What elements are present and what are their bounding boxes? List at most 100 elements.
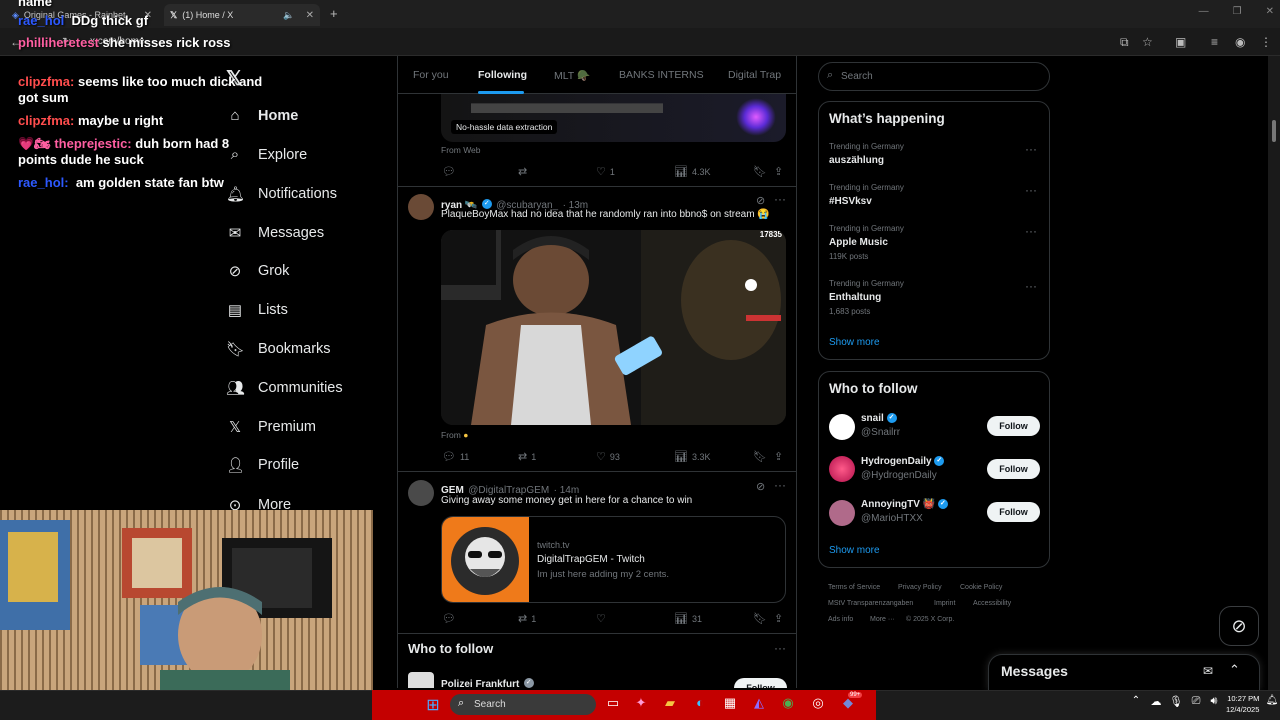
footer-ads-info-link[interactable]: Ads info bbox=[828, 616, 853, 623]
cloud-icon[interactable]: ☁ bbox=[1146, 695, 1166, 713]
copilot-icon[interactable]: ✦ bbox=[631, 695, 651, 713]
link-card[interactable]: twitch.tv DigitalTrapGEM - Twitch Im jus… bbox=[441, 516, 786, 603]
reply-button[interactable]: 💬︎ bbox=[442, 612, 460, 625]
nav-item-communities[interactable]: 👥︎ Communities bbox=[226, 379, 343, 397]
suggested-account-name[interactable]: HydrogenDaily ✓ bbox=[861, 456, 945, 467]
share-button[interactable]: ⇪ bbox=[774, 612, 783, 625]
media-icon[interactable]: ≡ bbox=[1211, 35, 1218, 49]
more-options-icon[interactable]: ··· bbox=[1025, 183, 1037, 197]
nav-item-messages[interactable]: ✉ Messages bbox=[226, 224, 324, 242]
volume-icon[interactable]: 🔊︎ bbox=[1204, 695, 1224, 713]
notifications-icon[interactable]: 🔔︎ bbox=[1262, 695, 1280, 713]
repost-button[interactable]: ⇄ bbox=[518, 165, 531, 178]
search-input[interactable]: Search bbox=[841, 71, 873, 82]
close-window-icon[interactable]: ✕ bbox=[1266, 6, 1274, 17]
tab-following[interactable]: Following bbox=[478, 69, 527, 81]
who-to-follow-show-more-link[interactable]: Show more bbox=[829, 545, 880, 556]
footer-cookie-link[interactable]: Cookie Policy bbox=[960, 584, 1002, 591]
views-button[interactable]: 📊︎ 3.3K bbox=[674, 450, 710, 463]
reply-button[interactable]: 💬︎ bbox=[442, 165, 460, 178]
tray-overflow-icon[interactable]: ⌃ bbox=[1126, 695, 1146, 713]
tab-mlt[interactable]: MLT 🪖 bbox=[554, 69, 590, 82]
footer-terms-link[interactable]: Terms of Service bbox=[828, 584, 880, 591]
like-button[interactable]: ♡ 93 bbox=[596, 450, 620, 463]
task-view-icon[interactable]: ▭ bbox=[603, 695, 623, 713]
follow-button[interactable]: Follow bbox=[987, 416, 1040, 436]
close-tab-icon[interactable]: ✕ bbox=[306, 10, 314, 21]
clock[interactable]: 10:27 PM 12/4/2025 bbox=[1226, 693, 1259, 715]
share-button[interactable]: ⇪ bbox=[774, 450, 783, 463]
tab-banks-interns[interactable]: BANKS INTERNS bbox=[619, 69, 704, 81]
search-box[interactable]: ⌕ Search bbox=[818, 62, 1050, 91]
follow-button[interactable]: Follow bbox=[987, 502, 1040, 522]
more-options-icon[interactable]: ··· bbox=[1025, 224, 1037, 238]
taskbar-search-box[interactable]: ⌕ Search bbox=[450, 694, 596, 715]
install-app-icon[interactable]: ⧉ bbox=[1120, 35, 1129, 50]
messages-drawer[interactable]: Messages ✉ ⌃ bbox=[988, 654, 1260, 690]
file-explorer-icon[interactable]: ▰ bbox=[660, 695, 680, 713]
avatar[interactable] bbox=[408, 194, 434, 220]
nav-item-grok[interactable]: ⊘ Grok bbox=[226, 262, 290, 280]
share-button[interactable]: ⇪ bbox=[774, 165, 783, 178]
avatar[interactable] bbox=[408, 672, 434, 688]
nav-item-profile[interactable]: 👤︎ Profile bbox=[226, 456, 299, 474]
trend-name[interactable]: Apple Music bbox=[829, 237, 888, 248]
avatar[interactable] bbox=[829, 456, 855, 482]
footer-privacy-link[interactable]: Privacy Policy bbox=[898, 584, 942, 591]
trend-name[interactable]: auszählung bbox=[829, 155, 884, 166]
nav-item-bookmarks[interactable]: 🔖︎ Bookmarks bbox=[226, 340, 331, 358]
avatar[interactable] bbox=[829, 414, 855, 440]
menu-icon[interactable]: ⋮ bbox=[1260, 35, 1272, 49]
footer-mstv-link[interactable]: MStV Transparenzangaben bbox=[828, 600, 913, 607]
nav-item-lists[interactable]: ▤ Lists bbox=[226, 301, 288, 319]
tab-for-you[interactable]: For you bbox=[413, 69, 449, 81]
bookmark-button[interactable]: 🔖︎ bbox=[753, 165, 767, 178]
more-options-icon[interactable]: ··· bbox=[774, 641, 786, 655]
repost-button[interactable]: ⇄ 1 bbox=[518, 612, 536, 625]
windows-start-icon[interactable]: ⊞ bbox=[423, 695, 443, 714]
tab-digital-trap[interactable]: Digital Trap bbox=[728, 69, 781, 81]
like-button[interactable]: ♡ bbox=[596, 612, 610, 625]
more-options-icon[interactable]: ··· bbox=[774, 192, 786, 206]
account-icon[interactable]: ◉ bbox=[1235, 35, 1245, 49]
chrome-icon[interactable]: ◉ bbox=[778, 695, 798, 713]
avatar[interactable] bbox=[408, 480, 434, 506]
repost-button[interactable]: ⇄ 1 bbox=[518, 450, 536, 463]
suggested-account-name[interactable]: Polizei Frankfurt bbox=[441, 679, 519, 688]
trends-show-more-link[interactable]: Show more bbox=[829, 337, 880, 348]
bookmark-button[interactable]: 🔖︎ bbox=[753, 612, 767, 625]
avatar[interactable] bbox=[829, 500, 855, 526]
new-message-icon[interactable]: ✉ bbox=[1203, 664, 1213, 678]
footer-more-link[interactable]: More ··· bbox=[870, 616, 895, 623]
promo-media[interactable]: ▬▬▬▬▬▬ No-hassle data extraction bbox=[441, 94, 786, 142]
microphone-icon[interactable]: 🎙︎ bbox=[1166, 695, 1186, 713]
page-scrollbar[interactable] bbox=[1268, 56, 1280, 690]
app-icon[interactable]: ◭ bbox=[749, 695, 769, 713]
grok-fab-button[interactable]: ⊘ bbox=[1219, 606, 1259, 646]
reply-button[interactable]: 💬︎ 11 bbox=[442, 450, 469, 463]
restore-icon[interactable]: ❐ bbox=[1233, 6, 1242, 17]
minimize-icon[interactable]: — bbox=[1199, 6, 1209, 17]
suggested-account-name[interactable]: snail ✓ bbox=[861, 413, 897, 424]
new-tab-icon[interactable]: + bbox=[330, 6, 338, 21]
views-button[interactable]: 📊︎ 4.3K bbox=[674, 165, 710, 178]
footer-imprint-link[interactable]: Imprint bbox=[934, 600, 955, 607]
footer-accessibility-link[interactable]: Accessibility bbox=[973, 600, 1011, 607]
more-options-icon[interactable]: ··· bbox=[1025, 279, 1037, 293]
more-options-icon[interactable]: ··· bbox=[774, 478, 786, 492]
follow-button[interactable]: Follow bbox=[987, 459, 1040, 479]
nav-item-premium[interactable]: 𝕏 Premium bbox=[226, 418, 316, 436]
more-options-icon[interactable]: ··· bbox=[1025, 142, 1037, 156]
trend-name[interactable]: Enthaltung bbox=[829, 292, 881, 303]
obs-icon[interactable]: ◎ bbox=[808, 695, 828, 713]
sidebar-icon[interactable]: ▣ bbox=[1175, 35, 1186, 49]
like-button[interactable]: ♡ 1 bbox=[596, 165, 615, 178]
follow-button[interactable]: Follow bbox=[734, 678, 787, 688]
star-icon[interactable]: ☆ bbox=[1142, 35, 1153, 49]
grok-icon[interactable]: ⊘ bbox=[756, 194, 765, 207]
post-video[interactable]: 17835 bbox=[441, 230, 786, 425]
edge-icon[interactable]: ◐ bbox=[690, 695, 710, 713]
bookmark-button[interactable]: 🔖︎ bbox=[753, 450, 767, 463]
grok-icon[interactable]: ⊘ bbox=[756, 480, 765, 493]
suggested-account-name[interactable]: AnnoyingTV 👹 ✓ bbox=[861, 499, 948, 510]
